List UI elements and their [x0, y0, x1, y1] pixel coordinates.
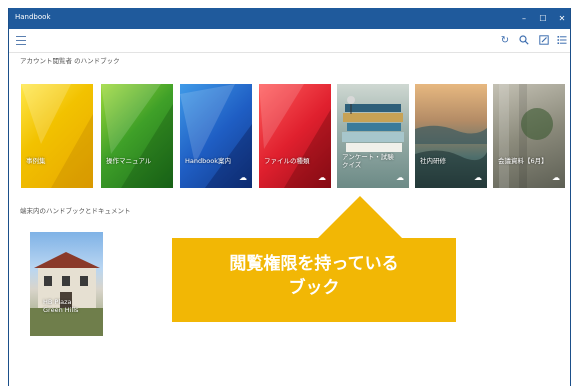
callout-line-1: 閲覧権限を持っている	[229, 254, 399, 274]
callout-line-2: ブック	[288, 278, 340, 298]
annotation-callout: 閲覧権限を持っている ブック	[172, 238, 456, 322]
callout-pointer	[316, 196, 404, 240]
